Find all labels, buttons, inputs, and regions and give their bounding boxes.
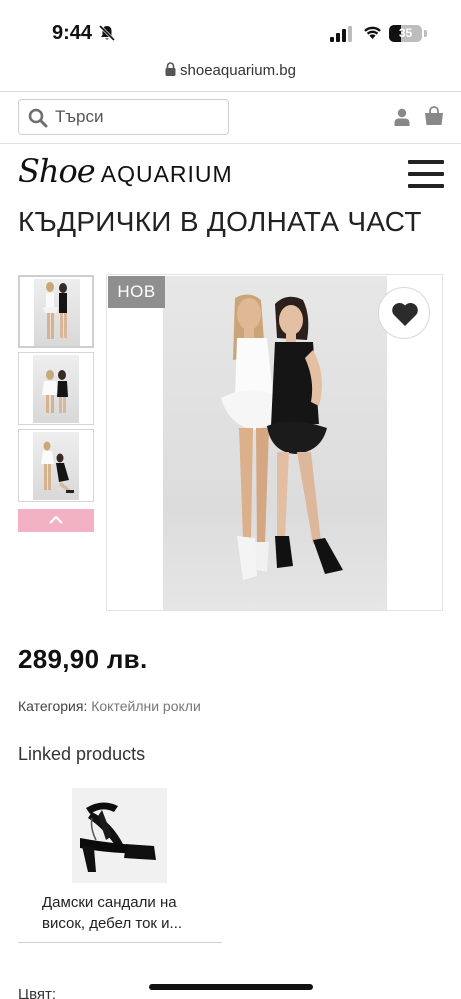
product-price: 289,90 лв. — [18, 644, 148, 674]
color-label: Цвят: — [18, 986, 57, 999]
user-icon[interactable] — [394, 108, 410, 131]
product-category: Категория: Коктейлни рокли — [18, 698, 201, 714]
site-logo[interactable]: Shoe AQUARIUM — [18, 152, 233, 196]
status-time: 9:44 — [52, 22, 93, 44]
wishlist-button[interactable] — [378, 287, 430, 339]
chevron-up-icon — [49, 515, 63, 524]
thumbnail-1[interactable] — [18, 275, 94, 348]
new-badge: НОВ — [108, 276, 165, 308]
heart-icon — [392, 302, 418, 326]
battery-level: 35 — [398, 26, 413, 40]
address-bar[interactable]: shoeaquarium.bg — [0, 62, 461, 92]
status-bar: 9:44 35 — [0, 0, 461, 62]
search-input[interactable] — [55, 101, 223, 133]
address-bar-divider — [0, 91, 461, 92]
linked-products-heading: Linked products — [18, 744, 146, 764]
product-title: КЪДРИЧКИ В ДОЛНАТА ЧАСТ — [18, 206, 422, 237]
thumbnail-2[interactable] — [18, 352, 94, 425]
battery-indicator: 35 — [389, 25, 422, 42]
hamburger-menu-icon[interactable] — [408, 160, 444, 188]
linked-product-image[interactable] — [72, 788, 167, 883]
search-box[interactable] — [18, 99, 229, 135]
thumbnail-image — [33, 355, 79, 423]
linked-product-card[interactable]: Дамски сандали на висок, дебел ток и... — [18, 786, 222, 944]
search-icon[interactable] — [28, 108, 48, 133]
thumbnail-image — [33, 432, 79, 500]
address-text: shoeaquarium.bg — [180, 62, 296, 79]
thumbnail-3[interactable] — [18, 429, 94, 502]
logo-script-text: Shoe — [18, 152, 96, 190]
cellular-signal-icon — [330, 26, 352, 47]
category-link[interactable]: Коктейлни рокли — [91, 698, 201, 714]
shopping-bag-icon[interactable] — [424, 106, 444, 131]
category-label: Категория: — [18, 698, 88, 714]
linked-product-divider — [18, 942, 222, 943]
wifi-icon — [362, 24, 383, 45]
logo-caps-text: AQUARIUM — [100, 161, 233, 187]
thumbnails-scroll-up-button[interactable] — [18, 509, 94, 532]
thumbnail-image — [34, 279, 80, 346]
lock-icon — [165, 62, 176, 80]
linked-product-name[interactable]: Дамски сандали на висок, дебел ток и... — [42, 892, 217, 934]
bell-slash-icon — [98, 24, 116, 47]
home-indicator — [149, 984, 313, 990]
product-photo — [163, 276, 387, 610]
battery-tip — [424, 30, 427, 37]
header-divider — [0, 143, 461, 144]
